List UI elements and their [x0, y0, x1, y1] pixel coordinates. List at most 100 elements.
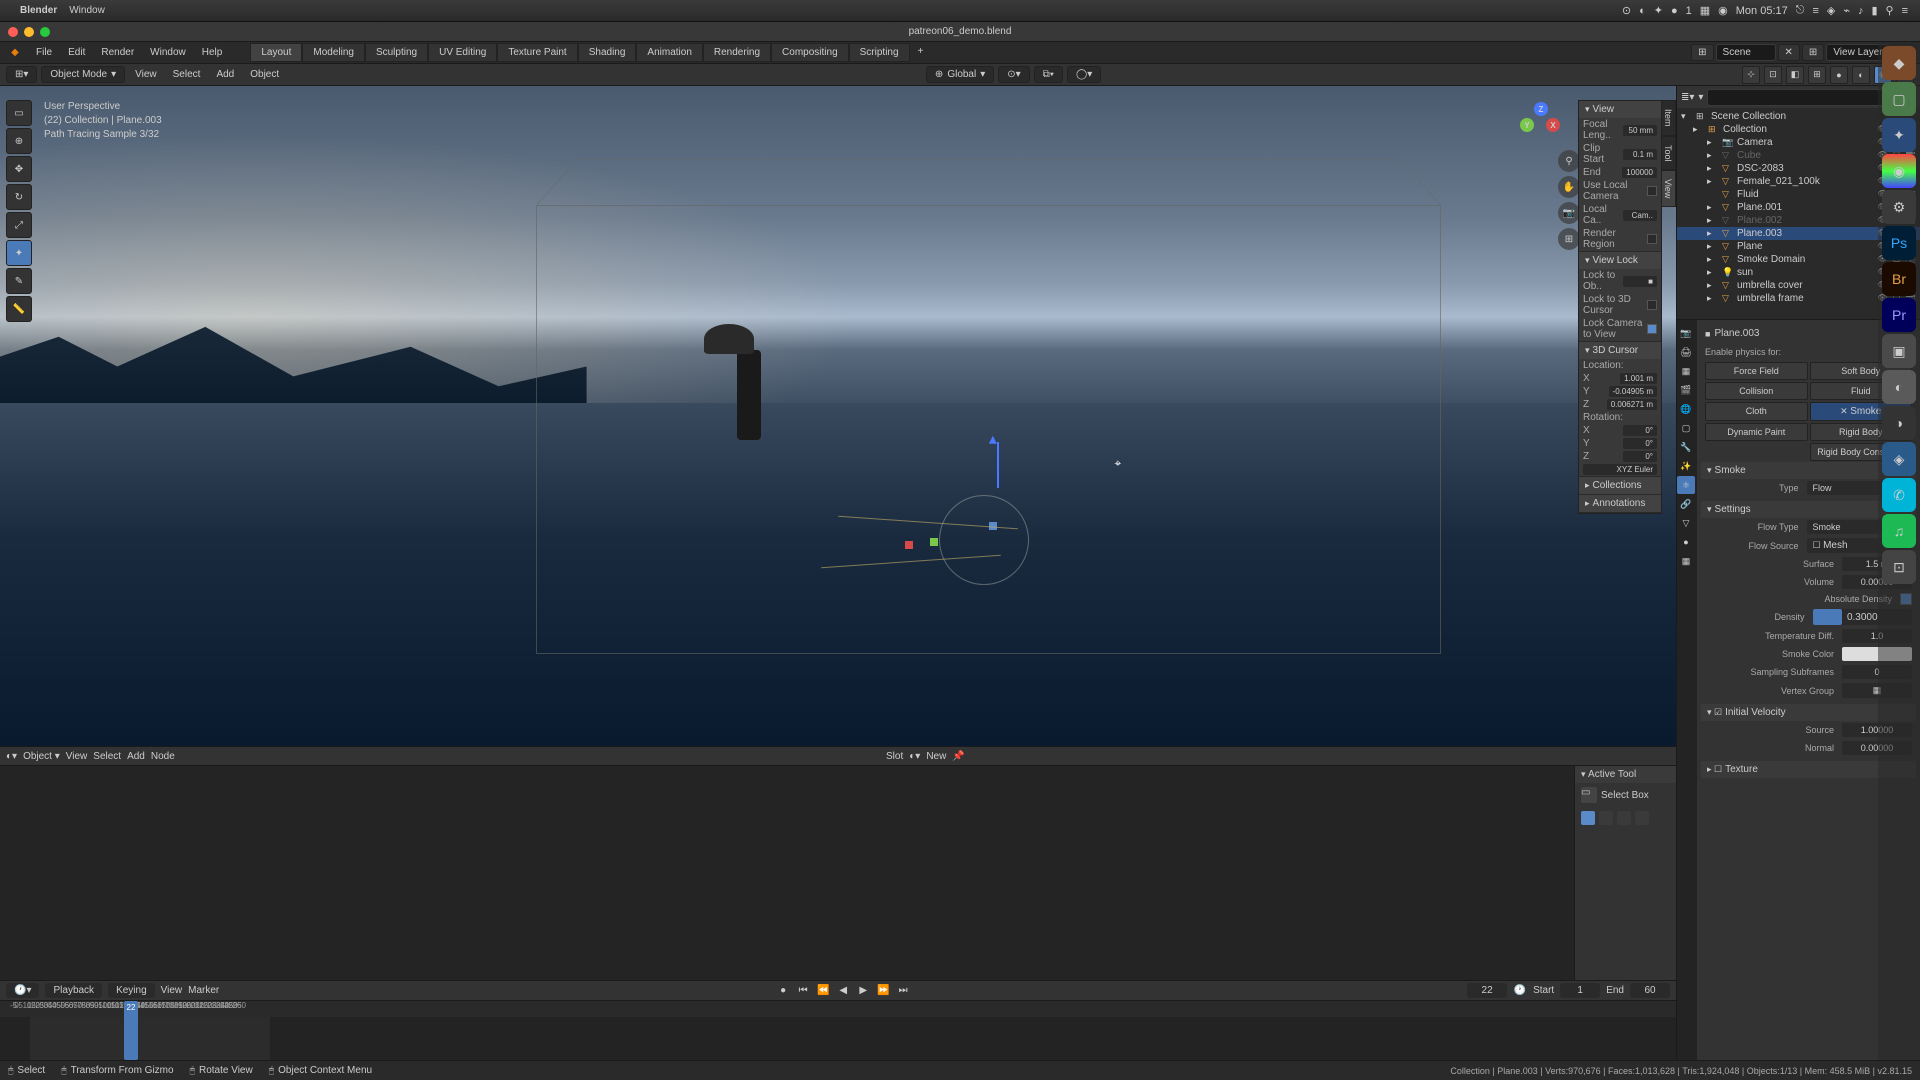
tab-object[interactable]: ▢ — [1677, 419, 1695, 437]
tab-render[interactable]: 📷 — [1677, 324, 1695, 342]
dock-app-icon[interactable]: ◐ — [1882, 370, 1916, 404]
blender-icon[interactable]: ◆ — [6, 47, 24, 58]
workspace-compositing[interactable]: Compositing — [771, 43, 849, 62]
workspace-sculpting[interactable]: Sculpting — [365, 43, 428, 62]
viewlayer-icon[interactable]: ⊞ — [1802, 44, 1824, 61]
shading-wireframe[interactable]: ⊞ — [1808, 66, 1826, 84]
slot-dropdown[interactable]: Slot — [886, 751, 903, 762]
xray-toggle[interactable]: ◧ — [1786, 66, 1804, 84]
loc-y-field[interactable]: -0.04905 m — [1609, 386, 1657, 397]
npanel-viewlock-header[interactable]: ▾ View Lock — [1579, 252, 1661, 269]
perspective-toggle-icon[interactable]: ⊞ — [1558, 228, 1580, 250]
scale-tool[interactable]: ⤢ — [6, 212, 32, 238]
tab-item[interactable]: Item — [1660, 100, 1676, 136]
lockobj-field[interactable]: ■ — [1623, 276, 1657, 287]
rot-y-field[interactable]: 0° — [1623, 438, 1657, 449]
tool-modes[interactable] — [1575, 807, 1676, 829]
header-object[interactable]: Object — [244, 67, 285, 82]
tab-output[interactable]: 🖨 — [1677, 343, 1695, 361]
loc-z-field[interactable]: 0.006271 m — [1607, 399, 1657, 410]
timeline[interactable]: -505101520253035404550556065707580859095… — [0, 1000, 1676, 1060]
menubar-icon[interactable]: 1 — [1686, 5, 1692, 17]
focal-field[interactable]: 50 mm — [1623, 125, 1657, 136]
tab-material[interactable]: ● — [1677, 533, 1695, 551]
lockcamview-checkbox[interactable] — [1647, 324, 1657, 334]
maximize-window-button[interactable] — [40, 27, 50, 37]
dock-app-icon[interactable]: ▢ — [1882, 82, 1916, 116]
dock-app-icon[interactable]: ✆ — [1882, 478, 1916, 512]
timeline-view[interactable]: View — [161, 985, 183, 996]
header-add[interactable]: Add — [210, 67, 240, 82]
bluetooth-icon[interactable]: ⌁ — [1843, 4, 1850, 17]
workspace-rendering[interactable]: Rendering — [703, 43, 771, 62]
dynamicpaint-button[interactable]: Dynamic Paint — [1705, 423, 1808, 441]
menubar-icon[interactable]: ◐ — [1639, 5, 1646, 17]
camera-view-icon[interactable]: 📷 — [1558, 202, 1580, 224]
active-tool-header[interactable]: ▾ Active Tool — [1575, 766, 1676, 783]
tab-texture[interactable]: ▦ — [1677, 552, 1695, 570]
dock-app-icon[interactable]: ◑ — [1882, 406, 1916, 440]
editor-type-dropdown[interactable]: ≣▾ — [1681, 92, 1694, 103]
tab-data[interactable]: ▽ — [1677, 514, 1695, 532]
jump-start-button[interactable]: ⏮ — [796, 984, 810, 998]
timeline-ruler[interactable]: -505101520253035404550556065707580859095… — [0, 1001, 1676, 1017]
preview-range-icon[interactable]: 🕐 — [1513, 984, 1527, 998]
npanel-annotations-header[interactable]: ▸ Annotations — [1579, 495, 1661, 512]
pivot-dropdown[interactable]: ⊙▾ — [998, 66, 1029, 83]
wifi-icon[interactable]: ◈ — [1827, 4, 1835, 17]
proportional-dropdown[interactable]: ◯▾ — [1067, 66, 1101, 83]
tab-world[interactable]: 🌐 — [1677, 400, 1695, 418]
3d-viewport[interactable]: ⌖ User Perspective (22) Collection | Pla… — [0, 86, 1676, 746]
rotate-tool[interactable]: ↻ — [6, 184, 32, 210]
header-view[interactable]: View — [129, 67, 163, 82]
loc-x-field[interactable]: 1.001 m — [1620, 373, 1657, 384]
annotate-tool[interactable]: ✎ — [6, 268, 32, 294]
menubar-icon[interactable]: ⎋ — [1796, 4, 1805, 17]
dock-premiere-icon[interactable]: Pr — [1882, 298, 1916, 332]
dock-photoshop-icon[interactable]: Ps — [1882, 226, 1916, 260]
minimize-window-button[interactable] — [24, 27, 34, 37]
transform-tool[interactable]: ✦ — [6, 240, 32, 266]
tab-physics[interactable]: ⚛ — [1677, 476, 1695, 494]
cloth-button[interactable]: Cloth — [1705, 402, 1808, 421]
search-icon[interactable]: ⚲ — [1886, 4, 1894, 17]
volume-icon[interactable]: ♪ — [1858, 5, 1864, 17]
workspace-shading[interactable]: Shading — [578, 43, 637, 62]
shading-lookdev[interactable]: ◐ — [1852, 66, 1870, 84]
display-mode-dropdown[interactable]: ▾ — [1698, 92, 1703, 103]
dock-bridge-icon[interactable]: Br — [1882, 262, 1916, 296]
playback-menu[interactable]: Playback — [45, 983, 102, 998]
menubar-icon[interactable]: ▦ — [1700, 4, 1710, 17]
shader-select[interactable]: Select — [93, 751, 121, 762]
menu-render[interactable]: Render — [93, 44, 142, 61]
menu-help[interactable]: Help — [194, 44, 231, 61]
clipstart-field[interactable]: 0.1 m — [1623, 149, 1657, 160]
play-button[interactable]: ▶ — [856, 984, 870, 998]
menubar-icon[interactable]: ≡ — [1812, 5, 1818, 17]
menubar-icon[interactable]: ⊙ — [1622, 4, 1631, 17]
timeline-marker[interactable]: Marker — [188, 985, 219, 996]
workspace-uvediting[interactable]: UV Editing — [428, 43, 497, 62]
app-name[interactable]: Blender — [20, 5, 57, 16]
rotation-mode-dropdown[interactable]: XYZ Euler — [1583, 464, 1657, 475]
gizmo-toggle[interactable]: ⊹ — [1742, 66, 1760, 84]
jump-prev-keyframe-button[interactable]: ⏪ — [816, 984, 830, 998]
dock-chrome-icon[interactable]: ◉ — [1882, 154, 1916, 188]
tab-view[interactable]: View — [1660, 170, 1676, 207]
snap-dropdown[interactable]: ⧉▾ — [1034, 66, 1063, 83]
dock-spotify-icon[interactable]: ♫ — [1882, 514, 1916, 548]
scene-field[interactable]: Scene — [1716, 44, 1776, 61]
editor-type-dropdown[interactable]: ◐▾ — [6, 751, 17, 762]
menu-window[interactable]: Window — [142, 44, 194, 61]
dock-app-icon[interactable]: ◈ — [1882, 442, 1916, 476]
notification-icon[interactable]: ≡ — [1902, 5, 1908, 17]
battery-icon[interactable]: ▮ — [1871, 4, 1877, 17]
tab-scene[interactable]: 🎬 — [1677, 381, 1695, 399]
move-tool[interactable]: ✥ — [6, 156, 32, 182]
close-window-button[interactable] — [8, 27, 18, 37]
tab-particles[interactable]: ✨ — [1677, 457, 1695, 475]
dock-app-icon[interactable]: ⚙ — [1882, 190, 1916, 224]
shader-node[interactable]: Node — [151, 751, 175, 762]
new-button[interactable]: New — [926, 751, 946, 762]
scene-new-button[interactable]: ✕ — [1778, 44, 1800, 61]
